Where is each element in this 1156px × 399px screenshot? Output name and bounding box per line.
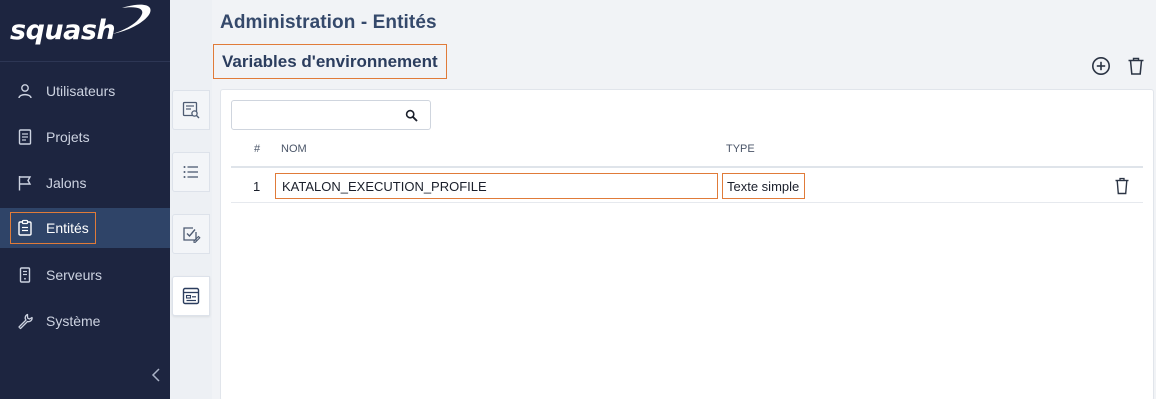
- sidebar-item-jalons[interactable]: Jalons: [0, 163, 170, 203]
- list-search-icon: [182, 101, 200, 119]
- row-index: 1: [253, 179, 261, 194]
- secondary-nav-rail: [170, 0, 212, 399]
- form-icon: [182, 287, 200, 305]
- page-title: Administration - Entités: [220, 12, 437, 33]
- search-icon[interactable]: [405, 109, 418, 122]
- row-type-cell[interactable]: Texte simple: [722, 173, 805, 199]
- sidebar-item-utilisateurs[interactable]: Utilisateurs: [0, 71, 170, 111]
- column-header-nom[interactable]: NOM: [281, 143, 307, 155]
- section-title: Variables d'environnement: [213, 44, 447, 79]
- header-divider: [231, 166, 1143, 168]
- sidebar-item-projets[interactable]: Projets: [0, 117, 170, 157]
- flag-icon: [18, 176, 32, 191]
- sidebar-item-label: Projets: [46, 129, 90, 145]
- row-delete-icon[interactable]: [1114, 177, 1130, 195]
- sidebar-item-label: Système: [46, 313, 101, 329]
- document-icon: [18, 129, 32, 145]
- column-header-type[interactable]: TYPE: [726, 143, 755, 155]
- sidebar: squash Utilisateurs Projets Jalons Entit…: [0, 0, 170, 399]
- checkbox-edit-icon: [183, 227, 201, 243]
- server-icon: [19, 267, 31, 283]
- content-panel: # NOM TYPE 1 KATALON_EXECUTION_PROFILE T…: [220, 89, 1154, 399]
- sidebar-item-label: Utilisateurs: [46, 83, 116, 99]
- chevron-left-icon[interactable]: [148, 366, 164, 384]
- bullet-list-icon: [183, 166, 198, 178]
- search-box[interactable]: [231, 100, 431, 130]
- sidebar-item-serveurs[interactable]: Serveurs: [0, 255, 170, 295]
- trash-icon[interactable]: [1126, 56, 1146, 76]
- rail-item-checkbox-edit[interactable]: [172, 214, 210, 254]
- row-divider: [231, 202, 1143, 203]
- logo[interactable]: squash: [0, 0, 170, 62]
- user-icon: [18, 84, 32, 99]
- column-header-index[interactable]: #: [254, 143, 260, 155]
- sidebar-item-systeme[interactable]: Système: [0, 301, 170, 341]
- wrench-icon: [18, 313, 33, 330]
- rail-item-form[interactable]: [172, 276, 210, 316]
- plus-circle-icon[interactable]: [1091, 56, 1111, 76]
- rail-item-bullet-list[interactable]: [172, 152, 210, 192]
- active-item-highlight: [10, 212, 96, 244]
- rail-item-list-search[interactable]: [172, 90, 210, 130]
- row-name-cell[interactable]: KATALON_EXECUTION_PROFILE: [275, 173, 718, 199]
- sidebar-item-label: Jalons: [46, 175, 87, 191]
- logo-swoosh-icon: [112, 4, 151, 34]
- search-input[interactable]: [232, 101, 397, 129]
- sidebar-item-label: Serveurs: [46, 267, 103, 283]
